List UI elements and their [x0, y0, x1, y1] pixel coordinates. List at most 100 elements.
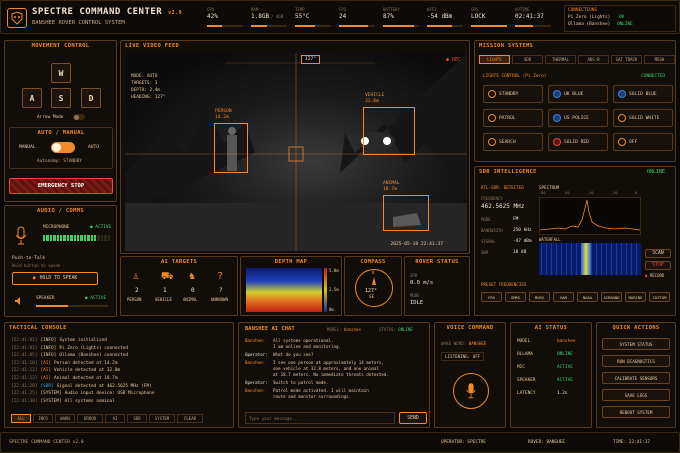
chat-title: BANSHEE AI CHAT	[245, 326, 295, 332]
target-count: 2	[135, 287, 139, 294]
target-label-person: PERSON 14.2m	[215, 109, 232, 120]
light-solid-blue-button[interactable]: SOLID BLUE	[613, 85, 673, 103]
light-off-button[interactable]: OFF	[613, 133, 673, 151]
voice-panel: VOICE COMMAND WAKE WORD: BANSHEE LISTENI…	[434, 322, 506, 428]
key-w[interactable]: W	[51, 63, 71, 83]
tab-sat-track[interactable]: SAT TRACK	[611, 55, 642, 64]
key-a[interactable]: A	[22, 88, 42, 108]
chat-model: MODEL: banshee	[327, 327, 361, 332]
chat-message: Operator: Switch to patrol mode.	[245, 380, 329, 385]
sdr-snr-label: SNR	[481, 250, 489, 255]
emergency-stop-button[interactable]: EMERGENCY STOP	[9, 178, 113, 194]
filter-warn[interactable]: WARN	[55, 414, 75, 423]
preset-gmrs[interactable]: GMRS	[505, 292, 526, 302]
mic-level-segment	[56, 235, 59, 241]
filter-ai[interactable]: AI	[105, 414, 125, 423]
preset-noaa[interactable]: NOAA	[577, 292, 598, 302]
chat-input[interactable]: Type your message...	[245, 412, 395, 424]
light-uk-blue-button[interactable]: UK BLUE	[548, 85, 608, 103]
light-us-police-button[interactable]: US POLICE	[548, 109, 608, 127]
sdr-detected: RTL-SDR: DETECTED	[481, 185, 524, 190]
light-patrol-button[interactable]: PATROL	[483, 109, 543, 127]
stat-ram: RAM 1.8GB/ 4GB	[251, 7, 291, 29]
hold-to-speak-button[interactable]: ● HOLD TO SPEAK	[12, 272, 98, 285]
light-solid-red-button[interactable]: SOLID RED	[548, 133, 608, 151]
sdr-stop-button[interactable]: STOP	[645, 261, 671, 270]
system-status-button[interactable]: SYSTEM STATUS	[602, 338, 670, 350]
preset-custom[interactable]: CUSTOM	[649, 292, 670, 302]
compass-heading: 127°	[365, 288, 378, 294]
ai-status-key: LATENCY	[517, 391, 536, 396]
stat-wifi: WIFI -54 dBm	[427, 7, 467, 29]
person-icon: ♙	[133, 271, 140, 282]
preset-airband[interactable]: AIRBAND	[601, 292, 622, 302]
mic-level-segment	[73, 235, 76, 241]
light-standby-button[interactable]: STANDBY	[483, 85, 543, 103]
save-logs-button[interactable]: SAVE LOGS	[602, 389, 670, 401]
tab-lights[interactable]: LIGHTS	[479, 55, 510, 64]
filter-sdr[interactable]: SDR	[127, 414, 147, 423]
light-mode-icon	[618, 114, 626, 122]
sdr-scan-button[interactable]: SCAN	[645, 249, 671, 258]
ai-status-key: SPEAKER	[517, 378, 536, 383]
footer-bar: SPECTRE COMMAND CENTER v2.0 OPERATOR: SP…	[0, 432, 680, 453]
speaker-volume-slider[interactable]	[36, 305, 108, 307]
filter-info[interactable]: INFO	[33, 414, 53, 423]
console-line: [22:41:13] [AI] Animal detected at 18.7m	[11, 376, 118, 381]
filter-error[interactable]: ERROR	[77, 414, 103, 423]
stat-bar	[251, 25, 287, 27]
key-d[interactable]: D	[81, 88, 101, 108]
tab-ads-b[interactable]: ADS-B	[578, 55, 609, 64]
light-mode-icon	[488, 114, 496, 122]
filter-clear[interactable]: CLEAR	[177, 414, 203, 423]
sdr-mode-value: FM	[513, 217, 519, 222]
app-subtitle: BANSHEE ROVER CONTROL SYSTEM	[32, 20, 125, 26]
compass-north-label: N	[372, 270, 375, 275]
arrow-mode-toggle[interactable]	[73, 114, 85, 120]
light-mode-icon	[488, 138, 496, 146]
chat-message: Banshee: I see one person at approximatel…	[245, 360, 389, 377]
filter-all[interactable]: ALL	[11, 414, 31, 423]
target-box-animal[interactable]	[383, 195, 429, 231]
voice-mic-button[interactable]	[453, 373, 489, 409]
send-button[interactable]: SEND	[399, 412, 427, 424]
ai-targets-panel: AI TARGETS ♙ 2 PERSON ⛟ 1 VEHICLE ♞ 0 ANIMAL?? UN…	[120, 256, 238, 316]
run-diagnostics-button[interactable]: RUN DIAGNOSTICS	[602, 355, 670, 367]
target-label-animal: ANIMAL 18.7m	[383, 181, 400, 192]
app-title: SPECTRE COMMAND CENTER v2.0	[32, 7, 183, 17]
calibrate-sensors-button[interactable]: CALIBRATE SENSORS	[602, 372, 670, 384]
tab-sdr[interactable]: SDR	[512, 55, 543, 64]
sdr-record-button[interactable]: ● RECORD	[645, 273, 664, 278]
light-solid-white-button[interactable]: SOLID WHITE	[613, 109, 673, 127]
auto-manual-toggle[interactable]	[51, 142, 75, 153]
target-label: UNKNOWN	[211, 297, 228, 302]
tab-mesh[interactable]: MESH	[644, 55, 675, 64]
stat-label: BATTERY	[383, 7, 400, 12]
video-overlay-info: MODE: AUTO TARGETS: 3 DEPTH: 2.4m HEADING: …	[131, 74, 166, 100]
preset-frs[interactable]: FRS	[481, 292, 502, 302]
video-panel: LIVE VIDEO FEED 127° ● REC MODE: AUTO TAR…	[120, 40, 470, 254]
autonomy-status: Autonomy: STANDBY	[37, 159, 82, 164]
reboot-system-button[interactable]: REBOOT SYSTEM	[602, 406, 670, 418]
filter-system[interactable]: SYSTEM	[149, 414, 175, 423]
preset-marine[interactable]: MARINE	[625, 292, 646, 302]
sdr-snr-value: 18 dB	[513, 250, 527, 255]
audio-title: AUDIO / COMMS	[37, 208, 84, 214]
light-search-button[interactable]: SEARCH	[483, 133, 543, 151]
compass-needle-icon	[372, 277, 376, 285]
tab-thermal[interactable]: THERMAL	[545, 55, 576, 64]
ai-status-key: MODEL	[517, 339, 531, 344]
rover-speed-label: SPD	[410, 273, 418, 278]
preset-ham[interactable]: HAM	[553, 292, 574, 302]
mic-level-segment	[87, 235, 90, 241]
mic-level-segment	[63, 235, 66, 241]
video-timestamp: 2025-05-18 22:41:37	[390, 242, 443, 247]
target-label: VEHICLE	[155, 297, 172, 302]
target-box-person[interactable]	[214, 123, 248, 173]
ai-status-value: ACTIVE	[557, 378, 573, 383]
preset-murs[interactable]: MURS	[529, 292, 550, 302]
console-line: [22:41:30] [SYSTEM] All systems nominal	[11, 398, 115, 404]
ai-status-value: 1.2s	[557, 391, 568, 396]
key-s[interactable]: S	[51, 88, 71, 108]
target-box-vehicle[interactable]	[363, 107, 415, 155]
